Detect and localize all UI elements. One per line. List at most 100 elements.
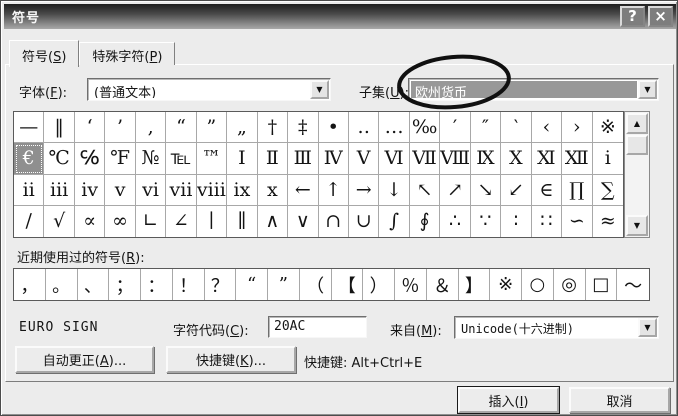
symbol-cell[interactable]: ⅵ	[135, 174, 167, 206]
symbol-cell[interactable]: ↗	[440, 174, 471, 206]
symbol-cell[interactable]: ‵	[501, 112, 532, 144]
recent-symbol-cell[interactable]: 、	[78, 269, 110, 300]
symbol-cell[interactable]: Ⅻ	[562, 143, 593, 175]
symbol-cell[interactable]: ⅹ	[257, 174, 289, 206]
symbol-cell[interactable]: —	[14, 112, 45, 144]
symbol-cell[interactable]: Ⅹ	[501, 143, 532, 175]
symbol-cell[interactable]: ’	[105, 112, 136, 144]
symbol-cell[interactable]: ∷	[532, 205, 563, 237]
symbol-cell[interactable]: ∽	[562, 205, 593, 237]
symbol-cell[interactable]: ℃	[44, 143, 75, 175]
recent-symbol-cell[interactable]: ？	[205, 269, 237, 300]
symbol-cell[interactable]: Ⅳ	[318, 143, 349, 175]
symbol-cell[interactable]: ′	[440, 112, 471, 144]
recent-symbol-cell[interactable]: ，	[14, 269, 46, 300]
title-bar[interactable]: 符号	[4, 4, 676, 29]
symbol-cell[interactable]: ∮	[410, 205, 441, 237]
symbol-cell[interactable]: ℉	[105, 143, 136, 175]
autocorrect-button[interactable]: 自动更正(A)...	[15, 346, 154, 373]
symbol-cell[interactable]: Ⅵ	[379, 143, 410, 175]
symbol-cell[interactable]: Ⅶ	[409, 143, 441, 175]
recent-symbol-cell[interactable]: ；	[109, 269, 141, 300]
symbol-cell[interactable]: Ⅰ	[227, 143, 258, 175]
symbol-cell[interactable]: Ⅴ	[348, 143, 380, 175]
symbol-cell[interactable]: ⅱ	[14, 174, 45, 206]
shortcut-key-button[interactable]: 快捷键(K)...	[166, 346, 296, 373]
recent-symbol-cell[interactable]: ！	[173, 269, 205, 300]
recent-symbol-cell[interactable]: ＆	[427, 269, 459, 300]
symbol-cell[interactable]: Ⅸ	[470, 143, 502, 175]
character-code-input[interactable]: 20AC	[268, 316, 367, 338]
symbol-cell[interactable]: ∟	[136, 205, 167, 237]
symbol-cell[interactable]: ∨	[288, 205, 319, 237]
symbol-cell[interactable]: ∠	[166, 205, 197, 237]
symbol-cell[interactable]: ∕	[14, 205, 45, 237]
symbol-cell[interactable]: Ⅷ	[440, 143, 471, 175]
symbol-cell[interactable]: →	[348, 174, 380, 206]
symbol-cell[interactable]: ↑	[318, 174, 349, 206]
recent-symbol-cell[interactable]: ％	[395, 269, 427, 300]
recent-symbol-cell[interactable]: ：	[141, 269, 173, 300]
symbol-cell[interactable]: ↖	[409, 174, 441, 206]
close-icon[interactable]: ×	[648, 6, 673, 27]
symbol-cell[interactable]: ‹	[531, 112, 563, 144]
symbol-cell[interactable]: ⅰ	[592, 143, 623, 175]
symbol-cell[interactable]: ∴	[440, 205, 471, 237]
recent-symbol-cell[interactable]: 【	[332, 269, 364, 300]
tab-special-characters[interactable]: 特殊字符(P)	[79, 42, 176, 65]
symbol-cell[interactable]: Ⅺ	[531, 143, 563, 175]
scroll-up-icon[interactable]: ▲	[626, 113, 648, 134]
symbol-cell[interactable]: ‘	[74, 112, 106, 144]
recent-symbol-cell[interactable]: ）	[363, 269, 395, 300]
symbol-cell[interactable]: Ⅱ	[257, 143, 289, 175]
from-combobox[interactable]: Unicode(十六进制) ▼	[454, 316, 659, 339]
symbol-cell[interactable]: ⅶ	[166, 174, 197, 206]
scroll-down-icon[interactable]: ▼	[626, 215, 648, 236]
symbol-cell[interactable]: ‥	[348, 112, 380, 144]
cancel-button[interactable]: 取消	[569, 387, 670, 413]
symbol-cell[interactable]: √	[44, 205, 75, 237]
help-icon[interactable]: ?	[620, 6, 645, 27]
recent-symbol-cell[interactable]: 】	[459, 269, 491, 300]
recent-symbol-cell[interactable]: □	[586, 269, 618, 300]
symbol-cell[interactable]: ⅴ	[105, 174, 136, 206]
symbol-cell[interactable]: ″	[470, 112, 502, 144]
insert-button[interactable]: 插入(I)	[458, 387, 559, 413]
symbol-cell[interactable]: №	[135, 143, 167, 175]
symbol-cell[interactable]: ←	[288, 174, 319, 206]
symbol-cell[interactable]: ‰	[409, 112, 441, 144]
symbol-cell[interactable]: ≈	[593, 206, 623, 237]
symbol-cell[interactable]: Ⅲ	[288, 143, 319, 175]
recent-symbol-cell[interactable]: ～	[617, 269, 649, 300]
symbol-cell[interactable]: ↓	[379, 174, 410, 206]
recent-symbol-cell[interactable]: “	[236, 269, 268, 300]
symbol-cell[interactable]: ∏	[562, 174, 593, 206]
symbol-cell[interactable]: ‖	[44, 112, 75, 144]
subset-combobox[interactable]: 欧州货币 ▼	[408, 78, 659, 101]
symbol-cell[interactable]: ›	[562, 112, 593, 144]
recent-symbol-cell[interactable]: ”	[268, 269, 300, 300]
symbol-cell[interactable]: ⅲ	[44, 174, 75, 206]
symbol-cell[interactable]: ⅷ	[196, 174, 228, 206]
symbol-cell[interactable]: ∶	[501, 205, 532, 237]
symbol-cell[interactable]: €	[14, 143, 45, 175]
symbol-cell[interactable]: ‡	[288, 112, 319, 144]
symbol-cell[interactable]: ∥	[227, 205, 258, 237]
recent-symbol-cell[interactable]: ◎	[554, 269, 586, 300]
symbol-cell[interactable]: ”	[196, 112, 228, 144]
symbol-cell[interactable]: ∧	[258, 205, 289, 237]
symbol-cell[interactable]: ℅	[74, 143, 106, 175]
symbol-cell[interactable]: •	[318, 112, 349, 144]
symbol-cell[interactable]: ℡	[166, 143, 197, 175]
symbol-cell[interactable]: „	[227, 112, 258, 144]
recent-symbol-cell[interactable]: ○	[522, 269, 554, 300]
symbol-cell[interactable]: ∩	[319, 205, 349, 237]
symbol-cell[interactable]: †	[257, 112, 289, 144]
symbol-cell[interactable]: …	[379, 112, 410, 144]
symbol-cell[interactable]: ∵	[471, 205, 502, 237]
symbol-cell[interactable]: ‚	[135, 112, 167, 144]
grid-scrollbar[interactable]: ▲ ▼	[624, 111, 650, 238]
tab-symbols[interactable]: 符号(S)	[9, 40, 80, 67]
font-combobox[interactable]: (普通文本) ▼	[87, 78, 331, 101]
scrollbar-thumb[interactable]	[626, 135, 648, 155]
